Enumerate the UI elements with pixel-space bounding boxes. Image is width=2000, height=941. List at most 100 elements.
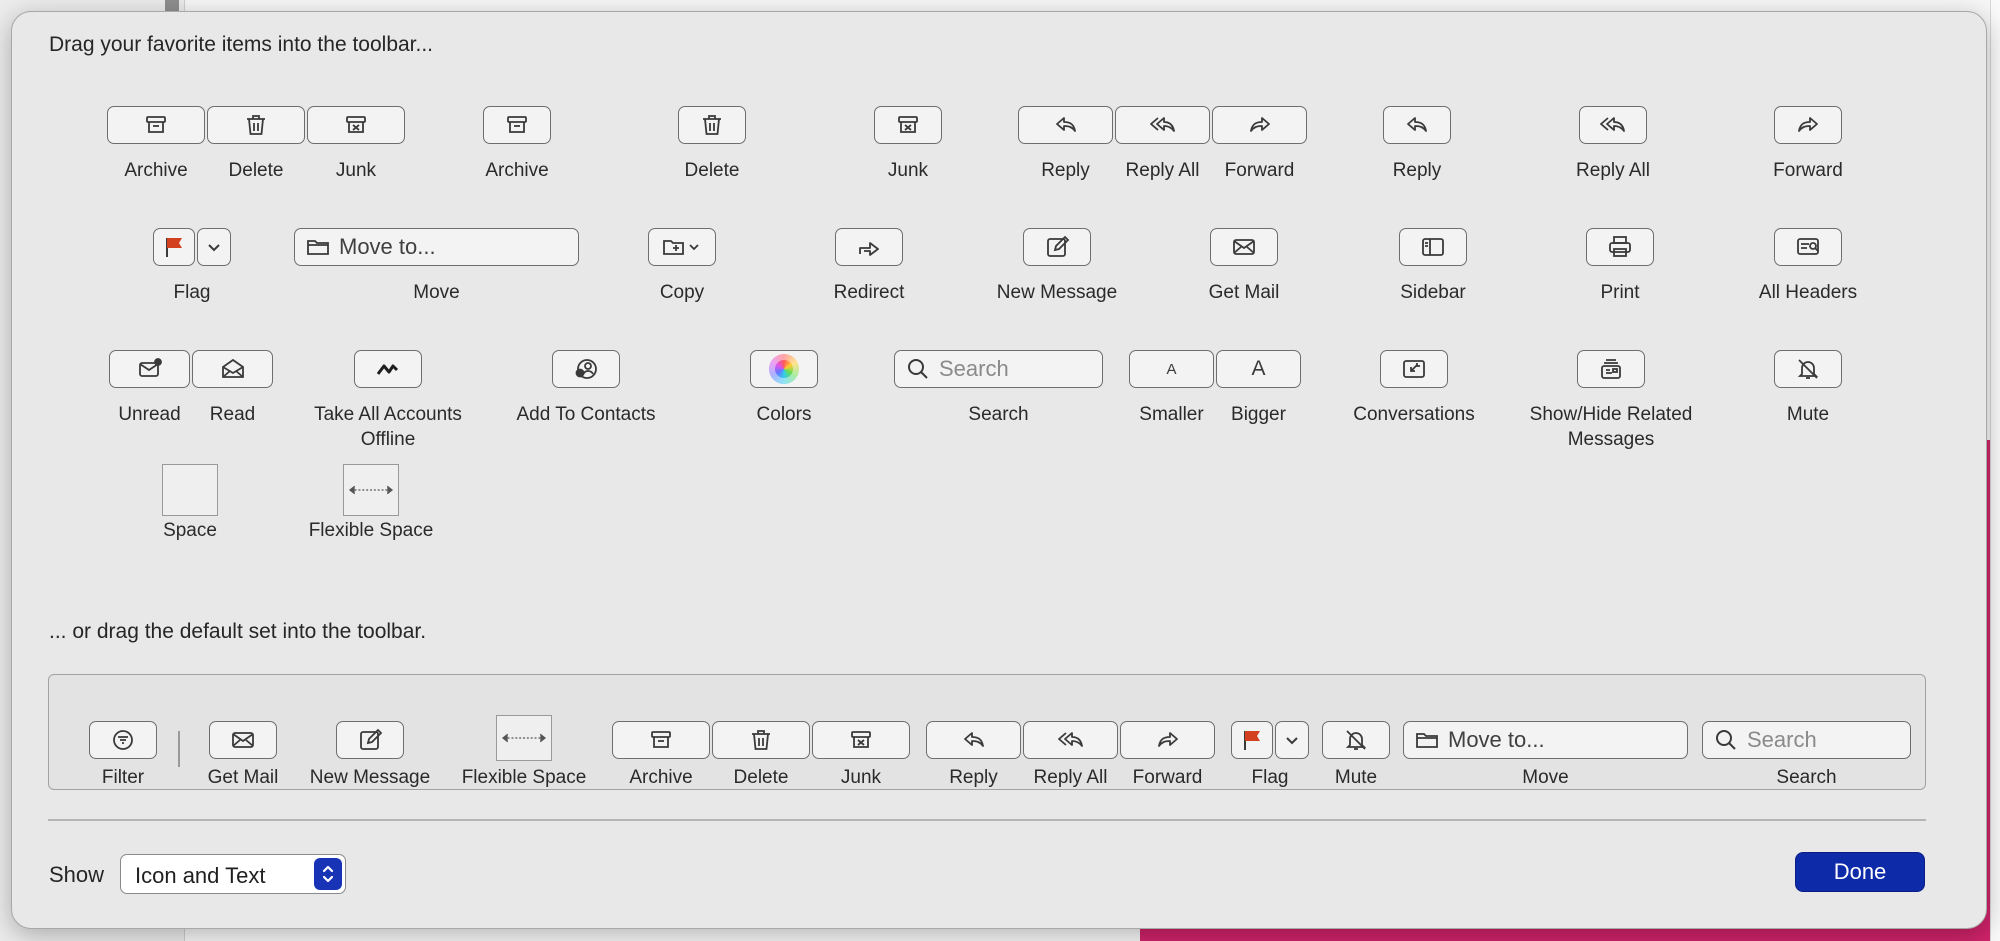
search-field[interactable]: Search bbox=[894, 350, 1103, 388]
done-button[interactable]: Done bbox=[1795, 852, 1925, 892]
junk-button[interactable] bbox=[307, 106, 405, 144]
default-archive-group[interactable]: Archive Delete Junk bbox=[611, 721, 911, 801]
archive-button[interactable] bbox=[107, 106, 205, 144]
default-flexible-space-box[interactable] bbox=[496, 715, 552, 761]
flexible-space-box[interactable] bbox=[343, 464, 399, 516]
reply-group[interactable]: Reply Reply All Forward bbox=[1017, 106, 1308, 186]
default-archive-button[interactable] bbox=[612, 721, 710, 759]
smaller-button[interactable]: A bbox=[1129, 350, 1214, 388]
forward-button[interactable] bbox=[1212, 106, 1307, 144]
archive-icon bbox=[146, 116, 166, 133]
sidebar-button[interactable] bbox=[1399, 228, 1467, 266]
print-item[interactable]: Print bbox=[1586, 228, 1654, 308]
redirect-item[interactable]: Redirect bbox=[834, 228, 904, 308]
space-box[interactable] bbox=[162, 464, 218, 516]
all-headers-label: All Headers bbox=[1758, 282, 1858, 303]
colors-item[interactable]: Colors bbox=[750, 350, 818, 430]
get-mail-button[interactable] bbox=[1210, 228, 1278, 266]
archive-item[interactable]: Archive bbox=[483, 106, 551, 186]
new-message-button[interactable] bbox=[1023, 228, 1091, 266]
get-mail-item[interactable]: Get Mail bbox=[1209, 228, 1279, 308]
sidebar-label: Sidebar bbox=[1400, 282, 1466, 303]
sidebar-item[interactable]: Sidebar bbox=[1399, 228, 1467, 308]
trash-icon bbox=[247, 115, 265, 135]
folder-plus-icon bbox=[663, 240, 699, 255]
default-delete-button[interactable] bbox=[712, 721, 810, 759]
default-search-field[interactable]: Search bbox=[1702, 721, 1911, 759]
default-flag-menu-button[interactable] bbox=[1275, 721, 1309, 759]
copy-button[interactable] bbox=[648, 228, 716, 266]
reply-all-item[interactable]: Reply All bbox=[1576, 106, 1650, 186]
junk-single-button[interactable] bbox=[874, 106, 942, 144]
conversations-button[interactable] bbox=[1380, 350, 1448, 388]
search-icon bbox=[1716, 730, 1736, 750]
copy-item[interactable]: Copy bbox=[648, 228, 716, 308]
redirect-button[interactable] bbox=[835, 228, 903, 266]
flexible-space-label: Flexible Space bbox=[308, 520, 434, 541]
default-forward-button[interactable] bbox=[1120, 721, 1215, 759]
forward-single-button[interactable] bbox=[1774, 106, 1842, 144]
search-item[interactable]: Search Search bbox=[894, 350, 1103, 430]
reply-item[interactable]: Reply bbox=[1383, 106, 1451, 186]
mute-button[interactable] bbox=[1774, 350, 1842, 388]
default-filter-item[interactable]: Filter bbox=[89, 721, 157, 801]
show-hide-item[interactable]: Show/Hide Related Messages bbox=[1530, 350, 1692, 450]
show-label: Show bbox=[49, 862, 105, 887]
reply-all-single-button[interactable] bbox=[1579, 106, 1647, 144]
all-headers-button[interactable] bbox=[1774, 228, 1842, 266]
redirect-label: Redirect bbox=[833, 282, 905, 303]
flag-menu-button[interactable] bbox=[197, 228, 231, 266]
new-message-item[interactable]: New Message bbox=[997, 228, 1117, 308]
text-size-group[interactable]: A A Smaller Bigger bbox=[1129, 350, 1301, 430]
unread-button[interactable] bbox=[109, 350, 190, 388]
show-hide-button[interactable] bbox=[1577, 350, 1645, 388]
search-label: Search bbox=[968, 404, 1029, 425]
archive-single-button[interactable] bbox=[483, 106, 551, 144]
default-new-message-button[interactable] bbox=[336, 721, 404, 759]
flag-item[interactable]: Flag bbox=[152, 228, 232, 308]
default-mute-button[interactable] bbox=[1322, 721, 1390, 759]
space-item[interactable]: Space bbox=[162, 464, 218, 544]
take-offline-item[interactable]: Take All Accounts Offline bbox=[314, 350, 462, 450]
delete-single-button[interactable] bbox=[678, 106, 746, 144]
default-search-item[interactable]: Search Search bbox=[1702, 721, 1911, 801]
read-button[interactable] bbox=[192, 350, 273, 388]
print-button[interactable] bbox=[1586, 228, 1654, 266]
reply-button[interactable] bbox=[1018, 106, 1113, 144]
reply-label: Reply bbox=[1041, 160, 1090, 181]
reply-single-button[interactable] bbox=[1383, 106, 1451, 144]
flexible-space-item[interactable]: Flexible Space bbox=[309, 464, 433, 544]
default-get-mail-item[interactable]: Get Mail bbox=[208, 721, 278, 801]
junk-item[interactable]: Junk bbox=[874, 106, 942, 186]
mute-item[interactable]: Mute bbox=[1774, 350, 1842, 430]
add-contacts-item[interactable]: Add To Contacts bbox=[516, 350, 656, 430]
move-to-field[interactable]: Move to... bbox=[294, 228, 579, 266]
archive-delete-junk-group[interactable]: Archive Delete Junk bbox=[106, 106, 406, 186]
flag-button[interactable] bbox=[153, 228, 195, 266]
default-new-message-item[interactable]: New Message bbox=[310, 721, 430, 801]
delete-button[interactable] bbox=[207, 106, 305, 144]
reply-all-button[interactable] bbox=[1115, 106, 1210, 144]
colors-button[interactable] bbox=[750, 350, 818, 388]
default-flexible-space-item[interactable]: Flexible Space bbox=[462, 715, 586, 795]
take-offline-button[interactable] bbox=[354, 350, 422, 388]
default-get-mail-button[interactable] bbox=[209, 721, 277, 759]
default-flag-button[interactable] bbox=[1231, 721, 1273, 759]
move-item[interactable]: Move to... Move bbox=[294, 228, 579, 308]
default-reply-button[interactable] bbox=[926, 721, 1021, 759]
show-mode-select[interactable]: Icon and Text bbox=[120, 854, 346, 894]
folder-icon bbox=[1416, 733, 1438, 748]
filter-button[interactable] bbox=[89, 721, 157, 759]
add-contacts-button[interactable] bbox=[552, 350, 620, 388]
bigger-button[interactable]: A bbox=[1216, 350, 1301, 388]
default-reply-all-button[interactable] bbox=[1023, 721, 1118, 759]
all-headers-item[interactable]: All Headers bbox=[1759, 228, 1857, 308]
reply-all-icon bbox=[1600, 117, 1625, 132]
search-icon bbox=[908, 359, 928, 379]
unread-read-group[interactable]: Unread Read bbox=[109, 350, 273, 430]
delete-item[interactable]: Delete bbox=[678, 106, 746, 186]
forward-item[interactable]: Forward bbox=[1773, 106, 1843, 186]
default-junk-button[interactable] bbox=[812, 721, 910, 759]
default-move-to-field[interactable]: Move to... bbox=[1403, 721, 1688, 759]
conversations-item[interactable]: Conversations bbox=[1353, 350, 1475, 430]
